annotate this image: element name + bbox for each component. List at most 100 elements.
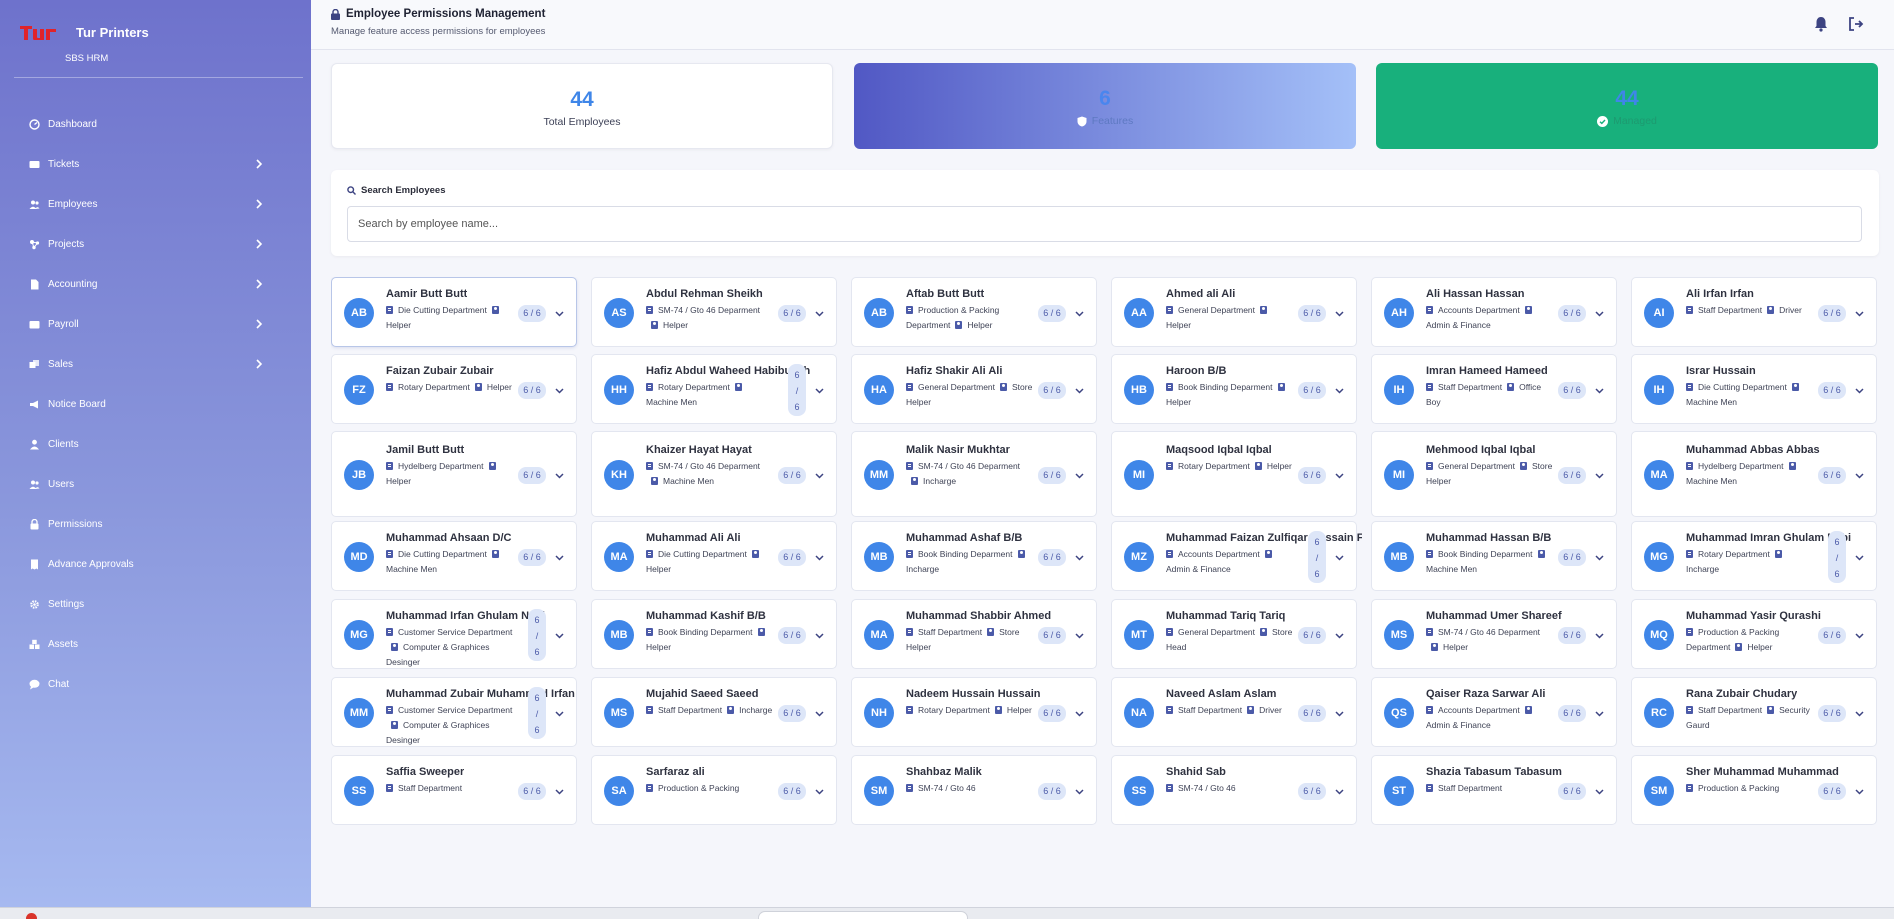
employee-card[interactable]: HA Hafiz Shakir Ali Ali General Department…	[851, 354, 1097, 424]
employee-card[interactable]: RC Rana Zubair Chudary Staff Department Sec…	[1631, 677, 1877, 747]
employee-card[interactable]: SS Saffia Sweeper Staff Department 6 / 6	[331, 755, 577, 825]
employee-card[interactable]: AH Ali Hassan Hassan Accounts Department Ad…	[1371, 277, 1617, 347]
employee-card[interactable]: AB Aamir Butt Butt Die Cutting Department H…	[331, 277, 577, 347]
sidebar-item-dashboard[interactable]: Dashboard	[0, 104, 311, 144]
sidebar-item-sales[interactable]: Sales	[0, 344, 311, 384]
chevron-down-icon[interactable]	[1594, 708, 1605, 719]
chevron-down-icon[interactable]	[1074, 308, 1085, 319]
sidebar-item-employees[interactable]: Employees	[0, 184, 311, 224]
employee-card[interactable]: MA Muhammad Abbas Abbas Hydelberg Departme…	[1631, 431, 1877, 517]
chevron-down-icon[interactable]	[1594, 470, 1605, 481]
sidebar-item-notice-board[interactable]: Notice Board	[0, 384, 311, 424]
chevron-down-icon[interactable]	[1334, 708, 1345, 719]
employee-card[interactable]: IH Imran Hameed Hameed Staff Department Off…	[1371, 354, 1617, 424]
chevron-down-icon[interactable]	[1594, 630, 1605, 641]
chevron-down-icon[interactable]	[554, 708, 565, 719]
chevron-down-icon[interactable]	[814, 308, 825, 319]
employee-card[interactable]: JB Jamil Butt Butt Hydelberg Department Hel…	[331, 431, 577, 517]
chevron-down-icon[interactable]	[554, 308, 565, 319]
employee-card[interactable]: MQ Muhammad Yasir Qurashi Production & Pac…	[1631, 599, 1877, 669]
employee-card[interactable]: HB Haroon B/B Book Binding Deparment Helper…	[1111, 354, 1357, 424]
employee-card[interactable]: MM Muhammad Zubair Muhammad Irfan Customer…	[331, 677, 577, 747]
employee-card[interactable]: NH Nadeem Hussain Hussain Rotary Departmen…	[851, 677, 1097, 747]
employee-card[interactable]: MG Muhammad Imran Ghulam Nabi Rotary Depar…	[1631, 521, 1877, 591]
logout-icon[interactable]	[1847, 15, 1865, 33]
sidebar-item-users[interactable]: Users	[0, 464, 311, 504]
employee-card[interactable]: AS Abdul Rehman Sheikh SM-74 / Gto 46 Depa…	[591, 277, 837, 347]
chevron-down-icon[interactable]	[1594, 786, 1605, 797]
employee-card[interactable]: MS Muhammad Umer Shareef SM-74 / Gto 46 De…	[1371, 599, 1617, 669]
chevron-down-icon[interactable]	[814, 630, 825, 641]
employee-card[interactable]: MD Muhammad Ahsaan D/C Die Cutting Departm…	[331, 521, 577, 591]
chevron-down-icon[interactable]	[1854, 385, 1865, 396]
chevron-down-icon[interactable]	[1854, 630, 1865, 641]
employee-card[interactable]: SS Shahid Sab SM-74 / Gto 46 6 / 6	[1111, 755, 1357, 825]
employee-card[interactable]: MZ Muhammad Faizan Zulfiqar Hussain F Acco…	[1111, 521, 1362, 591]
employee-card[interactable]: MT Muhammad Tariq Tariq General Department…	[1111, 599, 1357, 669]
taskbar-search[interactable]	[758, 911, 968, 919]
chevron-down-icon[interactable]	[1334, 385, 1345, 396]
employee-card[interactable]: MG Muhammad Irfan Ghulam Nabi Customer Ser…	[331, 599, 577, 669]
employee-card[interactable]: KH Khaizer Hayat Hayat SM-74 / Gto 46 Depa…	[591, 431, 837, 517]
sidebar-item-assets[interactable]: Assets	[0, 624, 311, 664]
brand[interactable]: Tur Printers	[18, 20, 149, 42]
employee-card[interactable]: MB Muhammad Ashaf B/B Book Binding Deparme…	[851, 521, 1097, 591]
employee-card[interactable]: MM Malik Nasir Mukhtar SM-74 / Gto 46 Depa…	[851, 431, 1097, 517]
sidebar-item-permissions[interactable]: Permissions	[0, 504, 311, 544]
sidebar-item-clients[interactable]: Clients	[0, 424, 311, 464]
chevron-down-icon[interactable]	[554, 385, 565, 396]
chevron-down-icon[interactable]	[1074, 470, 1085, 481]
employee-card[interactable]: MB Muhammad Kashif B/B Book Binding Deparm…	[591, 599, 837, 669]
sidebar-item-chat[interactable]: Chat	[0, 664, 311, 704]
chevron-down-icon[interactable]	[814, 786, 825, 797]
chevron-down-icon[interactable]	[1854, 308, 1865, 319]
sidebar-item-payroll[interactable]: Payroll	[0, 304, 311, 344]
bell-icon[interactable]	[1812, 15, 1830, 33]
employee-card[interactable]: MA Muhammad Ali Ali Die Cutting Department…	[591, 521, 837, 591]
chevron-down-icon[interactable]	[554, 470, 565, 481]
employee-card[interactable]: SA Sarfaraz ali Production & Packing 6 / 6	[591, 755, 837, 825]
employee-card[interactable]: HH Hafiz Abdul Waheed Habibullah Rotary De…	[591, 354, 837, 424]
employee-card[interactable]: NA Naveed Aslam Aslam Staff Department Driv…	[1111, 677, 1357, 747]
employee-card[interactable]: AB Aftab Butt Butt Production & Packing De…	[851, 277, 1097, 347]
chevron-down-icon[interactable]	[1334, 308, 1345, 319]
search-input[interactable]	[347, 206, 1862, 242]
sidebar-item-settings[interactable]: Settings	[0, 584, 311, 624]
chevron-down-icon[interactable]	[1594, 552, 1605, 563]
chevron-down-icon[interactable]	[1074, 630, 1085, 641]
employee-card[interactable]: AA Ahmed ali Ali General Department Helper 6…	[1111, 277, 1357, 347]
chevron-down-icon[interactable]	[814, 470, 825, 481]
chevron-down-icon[interactable]	[554, 630, 565, 641]
chevron-down-icon[interactable]	[1334, 552, 1345, 563]
sidebar-item-accounting[interactable]: Accounting	[0, 264, 311, 304]
employee-card[interactable]: AI Ali Irfan Irfan Staff Department Driver 6…	[1631, 277, 1877, 347]
chevron-down-icon[interactable]	[1334, 630, 1345, 641]
chevron-down-icon[interactable]	[1594, 308, 1605, 319]
employee-card[interactable]: MI Mehmood Iqbal Iqbal General Department S…	[1371, 431, 1617, 517]
weather-icon[interactable]	[26, 913, 37, 919]
chevron-down-icon[interactable]	[1334, 786, 1345, 797]
chevron-down-icon[interactable]	[814, 708, 825, 719]
chevron-down-icon[interactable]	[1334, 470, 1345, 481]
sidebar-item-advance-approvals[interactable]: Advance Approvals	[0, 544, 311, 584]
employee-card[interactable]: QS Qaiser Raza Sarwar Ali Accounts Departm…	[1371, 677, 1617, 747]
chevron-down-icon[interactable]	[554, 552, 565, 563]
employee-card[interactable]: IH Israr Hussain Die Cutting Department Mac…	[1631, 354, 1877, 424]
employee-card[interactable]: MS Mujahid Saeed Saeed Staff Department Inc…	[591, 677, 837, 747]
chevron-down-icon[interactable]	[814, 552, 825, 563]
chevron-down-icon[interactable]	[1854, 708, 1865, 719]
sidebar-item-projects[interactable]: Projects	[0, 224, 311, 264]
chevron-down-icon[interactable]	[1594, 385, 1605, 396]
employee-card[interactable]: SM Shahbaz Malik SM-74 / Gto 46 6 / 6	[851, 755, 1097, 825]
chevron-down-icon[interactable]	[1074, 786, 1085, 797]
chevron-down-icon[interactable]	[1074, 708, 1085, 719]
employee-card[interactable]: FZ Faizan Zubair Zubair Rotary Department H…	[331, 354, 577, 424]
chevron-down-icon[interactable]	[1854, 470, 1865, 481]
chevron-down-icon[interactable]	[814, 385, 825, 396]
chevron-down-icon[interactable]	[1074, 552, 1085, 563]
employee-card[interactable]: MA Muhammad Shabbir Ahmed Staff Department…	[851, 599, 1097, 669]
employee-card[interactable]: MB Muhammad Hassan B/B Book Binding Deparm…	[1371, 521, 1617, 591]
sidebar-item-tickets[interactable]: Tickets	[0, 144, 311, 184]
chevron-down-icon[interactable]	[1074, 385, 1085, 396]
employee-card[interactable]: ST Shazia Tabasum Tabasum Staff Department…	[1371, 755, 1617, 825]
